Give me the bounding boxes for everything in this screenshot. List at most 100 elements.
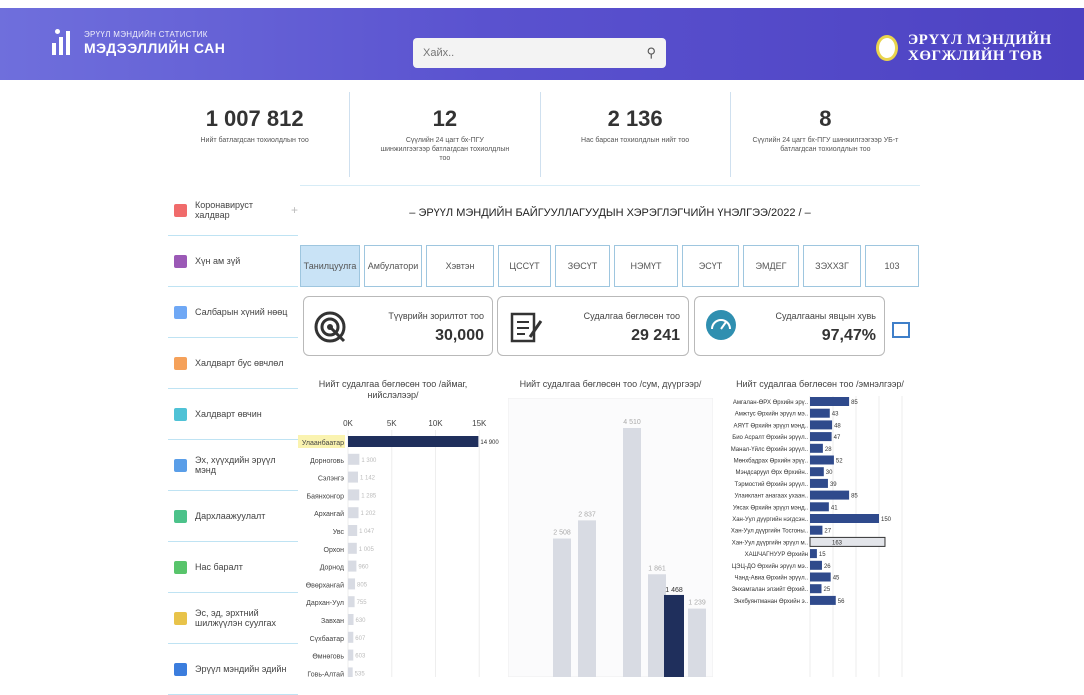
stat-label: Сүүлийн 24 цагт бх-ПГУ шинжилгээгээр бат… xyxy=(380,137,510,162)
stat-card: 12 Сүүлийн 24 цагт бх-ПГУ шинжилгээгээр б… xyxy=(350,92,541,177)
data-label: 45 xyxy=(833,576,840,582)
tab-ambulatory[interactable]: Амбулатори xyxy=(364,245,422,287)
bar xyxy=(810,560,822,570)
expand-plus-icon[interactable]: + xyxy=(291,203,298,217)
tab-inpatient[interactable]: Хэвтэн xyxy=(426,245,494,287)
tab-intro[interactable]: Танилцуулга xyxy=(300,245,360,287)
data-label: 85 xyxy=(851,494,858,500)
tab-emdeg[interactable]: ЭМДЕГ xyxy=(743,245,799,287)
sidebar-item-transplant[interactable]: Эс, эд, эрхтний шилжүүлэн суулгах xyxy=(168,593,298,644)
sidebar-item-demography[interactable]: Хүн ам зүй xyxy=(168,236,298,287)
kpi-progress: Судалгааны явцын хувь 97,47% xyxy=(694,296,885,356)
category-label: Дорноговь xyxy=(310,458,344,465)
bar xyxy=(348,471,358,483)
category-label: ЦЭЦ-ДО Өрхийн эрүүл мэ.. xyxy=(732,563,809,570)
category-label: Тэрмостий Өрхийн эрүүл.. xyxy=(735,481,809,488)
data-label: 603 xyxy=(355,654,366,660)
data-label: 607 xyxy=(355,636,366,642)
category-label: Манал-Үйлс Өрхийн эрүүл.. xyxy=(731,446,809,453)
sidebar-item-immunization[interactable]: Дархлаажуулалт xyxy=(168,491,298,542)
data-label: 1 239 xyxy=(688,600,706,607)
category-label: Хан-Уул дүүргийн нэгдсэн.. xyxy=(732,516,808,523)
category-label: Энхамгалан элзийт Өрхий.. xyxy=(731,586,808,593)
org-logo[interactable]: ЭРҮҮЛ МЭНДИЙН ХӨГЖЛИЙН ТӨВ xyxy=(876,32,1052,64)
sidebar-item-label: Нас баралт xyxy=(195,562,243,572)
bar xyxy=(348,631,354,643)
category-label: Завхан xyxy=(321,618,344,625)
search-icon[interactable]: ⚲ xyxy=(646,45,656,61)
emblem-icon xyxy=(876,35,898,61)
bar xyxy=(810,397,850,406)
kpi-target: Түүврийн зорилтот тоо 30,000 xyxy=(303,296,493,356)
bar xyxy=(348,525,358,536)
tab-103[interactable]: 103 xyxy=(865,245,919,287)
department-tabs: Танилцуулга Амбулатори Хэвтэн ЦССҮТ ЗӨСҮ… xyxy=(300,245,919,287)
data-label: 39 xyxy=(830,482,837,488)
bar xyxy=(664,594,684,677)
table-view-icon[interactable] xyxy=(892,322,910,338)
stat-label: Нас барсан тохиолдлын нийт тоо xyxy=(581,137,690,144)
data-label: 41 xyxy=(831,505,838,511)
search-box[interactable]: ⚲ xyxy=(413,38,666,68)
category-sidebar: Коронавируст халдвар + Хүн ам зүй Салбары… xyxy=(168,185,298,695)
tab-zehhzg[interactable]: ЗЭХХЗГ xyxy=(803,245,861,287)
search-input[interactable] xyxy=(423,47,647,59)
money-icon xyxy=(174,662,187,676)
data-label: 4 510 xyxy=(623,419,641,426)
chart-sum: 2 508 2 837 4 510 1 861 1 468 1 239 xyxy=(508,398,713,677)
logo-title: МЭДЭЭЛЛИЙН САН xyxy=(84,40,226,56)
data-label: 163 xyxy=(832,540,843,546)
data-label: 2 508 xyxy=(553,530,571,537)
bar xyxy=(810,443,823,453)
data-label: 1 468 xyxy=(665,587,683,594)
data-label: 26 xyxy=(824,564,831,570)
data-label: 1 861 xyxy=(648,565,666,572)
tab-zosut[interactable]: ЗӨСҮТ xyxy=(555,245,610,287)
stat-value: 2 136 xyxy=(607,106,663,131)
category-label: Архангай xyxy=(314,510,344,518)
staff-icon xyxy=(174,305,187,319)
sidebar-item-maternal[interactable]: Эх, хүүхдийн эрүүл мэнд xyxy=(168,440,298,491)
category-label: АЯҮТ Өрхийн эрүүл мэнд.. xyxy=(733,422,808,429)
sidebar-item-covid[interactable]: Коронавируст халдвар + xyxy=(168,185,298,236)
data-label: 30 xyxy=(826,470,833,476)
category-label: Увс xyxy=(333,529,345,536)
bar xyxy=(348,489,360,501)
stat-card: 1 007 812 Нийт батлагдсан тохиолдлын тоо xyxy=(160,92,351,177)
data-label: 1 300 xyxy=(361,458,377,464)
sidebar-item-infectious[interactable]: Халдварт өвчин xyxy=(168,389,298,440)
bar xyxy=(578,520,596,677)
stat-label: Нийт батлагдсан тохиолдлын тоо xyxy=(200,137,309,144)
sidebar-item-economics[interactable]: Эрүүл мэндийн эдийн xyxy=(168,644,298,695)
category-label: Дорнод xyxy=(320,565,344,572)
tab-esut[interactable]: ЭСҮТ xyxy=(682,245,739,287)
bar xyxy=(348,596,355,608)
target-icon xyxy=(314,311,346,343)
chart-logo-icon xyxy=(52,29,76,55)
sidebar-item-mortality[interactable]: Нас баралт xyxy=(168,542,298,593)
data-label: 43 xyxy=(832,412,839,418)
org-name-line2: ХӨГЖЛИЙН ТӨВ xyxy=(908,48,1043,64)
sidebar-item-hr[interactable]: Салбарын хүний нөөц xyxy=(168,287,298,338)
tab-tssut[interactable]: ЦССҮТ xyxy=(498,245,551,287)
data-label: 14 900 xyxy=(480,440,499,446)
organ-icon xyxy=(174,611,187,625)
category-label: Амгалан-ӨРХ Өрхийн эрү.. xyxy=(733,399,808,406)
bar xyxy=(553,538,571,677)
gauge-icon xyxy=(706,310,736,340)
top-header: ЭРҮҮЛ МЭНДИЙН СТАТИСТИК МЭДЭЭЛЛИЙН САН ⚲… xyxy=(0,8,1084,80)
bar xyxy=(348,542,357,554)
shield-icon xyxy=(174,509,187,523)
stat-value: 8 xyxy=(819,106,832,131)
category-label: Улаиклант анагаах ухаан.. xyxy=(735,494,809,500)
category-label: Сэлэнгэ xyxy=(318,476,345,483)
stat-value: 1 007 812 xyxy=(205,106,304,131)
sidebar-item-label: Хүн ам зүй xyxy=(195,256,241,266)
data-label: 1 202 xyxy=(361,511,377,517)
stat-card: 2 136 Нас барсан тохиолдлын нийт тоо xyxy=(541,92,731,177)
category-label: ХАШЧАГНУУР Өрхийн xyxy=(745,551,808,558)
site-logo[interactable]: ЭРҮҮЛ МЭНДИЙН СТАТИСТИК МЭДЭЭЛЛИЙН САН xyxy=(52,29,226,56)
bar xyxy=(810,408,830,418)
sidebar-item-ncd[interactable]: Халдварт бус өвчлөл xyxy=(168,338,298,389)
tab-nemut[interactable]: НЭМҮТ xyxy=(614,245,678,287)
